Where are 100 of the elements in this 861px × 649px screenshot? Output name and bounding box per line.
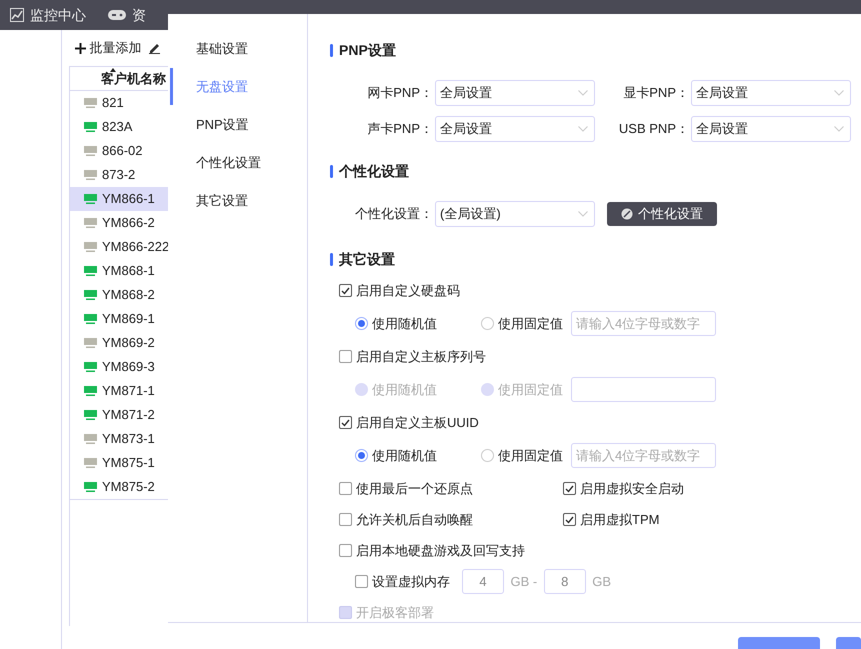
client-row[interactable]: YM866-2 <box>70 211 168 235</box>
section-title: 个性化设置 <box>339 162 409 180</box>
unit-label: GB - <box>510 572 538 591</box>
chart-icon <box>10 8 24 22</box>
checkbox[interactable] <box>339 544 352 557</box>
checkbox[interactable] <box>339 284 352 297</box>
checkbox-label[interactable]: 设置虚拟内存 <box>372 572 450 592</box>
checkbox[interactable] <box>355 575 368 588</box>
text-input[interactable]: 请输入4位字母或数字 <box>571 443 716 468</box>
client-name: 823A <box>102 118 132 136</box>
radio-option[interactable]: 使用固定值 <box>481 314 563 334</box>
nav-tab[interactable]: 资 <box>108 4 146 26</box>
monitor-icon <box>84 290 97 300</box>
checkbox[interactable] <box>339 416 352 429</box>
text-input[interactable]: 请输入4位字母或数字 <box>571 311 716 336</box>
client-name: 873-2 <box>102 166 136 184</box>
field-label: 声卡PNP： <box>366 120 434 138</box>
section-title: 其它设置 <box>339 250 395 268</box>
client-row[interactable]: YM875-1 <box>70 451 168 475</box>
client-name: YM871-1 <box>102 382 155 400</box>
client-row[interactable]: YM868-2 <box>70 283 168 307</box>
dropdown[interactable]: 全局设置 <box>691 80 851 106</box>
settings-nav-item[interactable]: 个性化设置 <box>168 148 307 186</box>
section-title: PNP设置 <box>339 40 396 60</box>
checkbox-label[interactable]: 启用虚拟安全启动 <box>580 478 684 498</box>
number-input[interactable]: 8 <box>544 569 586 594</box>
client-name: YM869-1 <box>102 310 155 328</box>
monitor-icon <box>84 146 97 156</box>
chevron-icon <box>578 90 588 96</box>
pencil-icon <box>149 42 160 54</box>
client-row[interactable]: 823A <box>70 115 168 139</box>
monitor-icon <box>84 194 97 204</box>
monitor-icon <box>84 218 97 228</box>
monitor-icon <box>84 266 97 276</box>
monitor-icon <box>84 410 97 420</box>
sort-icon <box>110 68 116 72</box>
client-name: YM875-2 <box>102 478 155 496</box>
section-marker <box>330 164 333 178</box>
checkbox-label[interactable]: 允许关机后自动唤醒 <box>356 510 473 530</box>
client-name: 866-02 <box>102 142 142 160</box>
checkbox[interactable] <box>339 482 352 495</box>
plus-icon <box>75 42 86 54</box>
client-row[interactable]: 866-02 <box>70 139 168 163</box>
brush-icon <box>621 208 633 220</box>
checkbox-label[interactable]: 使用最后一个还原点 <box>356 478 473 498</box>
monitor-icon <box>84 338 97 348</box>
client-row[interactable]: 821 <box>70 91 168 115</box>
client-row[interactable]: YM869-2 <box>70 331 168 355</box>
personalize-button[interactable]: 个性化设置 <box>607 202 717 226</box>
client-name: YM875-1 <box>102 454 155 472</box>
nav-tab[interactable]: 监控中心 <box>10 4 86 26</box>
client-name: YM869-3 <box>102 358 155 376</box>
radio-option[interactable]: 使用固定值 <box>481 446 563 466</box>
checkbox-label[interactable]: 启用自定义主板UUID <box>356 412 479 432</box>
field-label: 网卡PNP： <box>366 84 434 102</box>
chevron-icon <box>834 90 844 96</box>
checkbox[interactable] <box>563 513 576 526</box>
monitor-icon <box>84 458 97 468</box>
checkbox-label[interactable]: 启用虚拟TPM <box>580 510 660 530</box>
section-marker <box>330 252 333 266</box>
monitor-icon <box>84 386 97 396</box>
client-name: YM866-222 <box>102 238 170 256</box>
checkmark-icon <box>341 286 350 294</box>
radio-option[interactable]: 使用随机值 <box>355 446 481 466</box>
radio-option[interactable]: 使用随机值 <box>355 314 481 334</box>
field-label: 个性化设置： <box>354 205 434 224</box>
dropdown[interactable]: 全局设置 <box>691 116 851 142</box>
monitor-icon <box>84 170 97 180</box>
checkbox[interactable] <box>339 350 352 363</box>
client-row[interactable]: YM869-1 <box>70 307 168 331</box>
client-name: YM871-2 <box>102 406 155 424</box>
client-row[interactable]: YM868-1 <box>70 259 168 283</box>
client-row[interactable]: YM871-1 <box>70 379 168 403</box>
client-name: YM868-1 <box>102 262 155 280</box>
client-row[interactable]: YM873-1 <box>70 427 168 451</box>
settings-nav-item[interactable]: 基础设置 <box>168 34 307 72</box>
client-row[interactable]: YM866-1 <box>70 187 168 211</box>
checkbox-label[interactable]: 启用本地硬盘游戏及回写支持 <box>356 540 525 560</box>
checkbox[interactable] <box>339 513 352 526</box>
dropdown[interactable]: 全局设置 <box>435 80 595 106</box>
client-row[interactable]: YM871-2 <box>70 403 168 427</box>
settings-nav-item[interactable]: 其它设置 <box>168 186 307 224</box>
client-name: YM866-1 <box>102 190 155 208</box>
client-row[interactable]: YM866-222 <box>70 235 168 259</box>
client-name: YM873-1 <box>102 430 155 448</box>
client-row[interactable]: 873-2 <box>70 163 168 187</box>
add-button[interactable]: 批量添加 <box>75 38 142 58</box>
checkbox-label[interactable]: 启用自定义主板序列号 <box>356 346 486 366</box>
dropdown[interactable]: (全局设置) <box>435 201 595 227</box>
client-row[interactable]: YM869-3 <box>70 355 168 379</box>
number-input[interactable]: 4 <box>462 569 504 594</box>
field-label: 显卡PNP： <box>622 84 690 102</box>
client-row[interactable]: YM875-2 <box>70 475 168 499</box>
gamepad-icon <box>108 9 126 21</box>
dropdown[interactable]: 全局设置 <box>435 116 595 142</box>
monitor-icon <box>84 98 97 108</box>
checkbox[interactable] <box>563 482 576 495</box>
checkbox-label[interactable]: 启用自定义硬盘码 <box>356 280 460 300</box>
settings-nav-item[interactable]: PNP设置 <box>168 110 307 148</box>
client-name: YM869-2 <box>102 334 155 352</box>
